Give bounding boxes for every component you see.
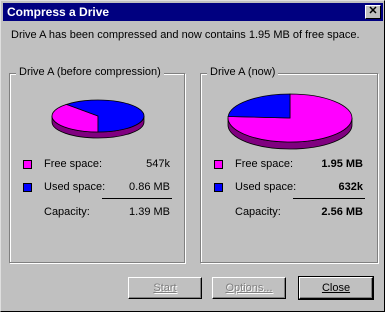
options-button-label: Options... xyxy=(225,282,273,294)
options-button[interactable]: Options... xyxy=(212,277,286,299)
capacity-label: Capacity: xyxy=(44,206,90,218)
close-button[interactable]: Close xyxy=(298,276,374,300)
title-bar: Compress a Drive ✕ xyxy=(3,3,383,21)
used-space-swatch xyxy=(23,183,32,192)
start-button-label: Start xyxy=(153,282,177,294)
free-space-swatch xyxy=(23,160,32,169)
capacity-value: 1.39 MB xyxy=(129,206,170,218)
divider xyxy=(102,198,172,199)
free-space-swatch xyxy=(214,160,223,169)
window-title: Compress a Drive xyxy=(7,5,110,19)
free-space-label: Free space: xyxy=(235,158,294,170)
used-space-row: Used space: 0.86 MB xyxy=(10,181,184,195)
start-button[interactable]: Start xyxy=(128,277,202,299)
capacity-row: Capacity: 2.56 MB xyxy=(201,206,377,220)
close-icon[interactable]: ✕ xyxy=(365,5,381,19)
used-space-swatch xyxy=(214,183,223,192)
drive-now-group-title: Drive A (now) xyxy=(207,66,279,78)
free-space-value: 547k xyxy=(146,158,170,170)
free-space-value: 1.95 MB xyxy=(321,158,363,170)
used-space-value: 632k xyxy=(338,181,363,193)
divider xyxy=(293,198,365,199)
used-space-label: Used space: xyxy=(235,181,297,193)
used-space-label: Used space: xyxy=(44,181,106,193)
used-space-row: Used space: 632k xyxy=(201,181,377,195)
close-button-label: Close xyxy=(321,282,351,294)
drive-before-group-title: Drive A (before compression) xyxy=(16,66,164,78)
compress-drive-dialog: Compress a Drive ✕ Drive A has been comp… xyxy=(0,0,385,312)
drive-now-group: Drive A (now) Free space: 1.95 MB Used s… xyxy=(200,66,378,263)
pie-chart-now xyxy=(227,93,353,150)
pie-chart-before xyxy=(51,99,145,139)
used-space-value: 0.86 MB xyxy=(129,181,170,193)
pie-slice-used xyxy=(227,93,291,119)
free-space-label: Free space: xyxy=(44,158,103,170)
capacity-label: Capacity: xyxy=(235,206,281,218)
drive-before-group: Drive A (before compression) Free space:… xyxy=(9,66,185,263)
status-message: Drive A has been compressed and now cont… xyxy=(11,29,360,41)
capacity-value: 2.56 MB xyxy=(321,206,363,218)
free-space-row: Free space: 547k xyxy=(10,158,184,172)
free-space-row: Free space: 1.95 MB xyxy=(201,158,377,172)
capacity-row: Capacity: 1.39 MB xyxy=(10,206,184,220)
